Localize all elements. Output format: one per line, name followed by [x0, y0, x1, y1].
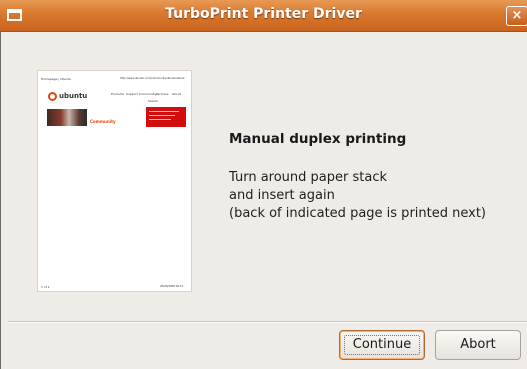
- preview-community-label: Community: [90, 119, 116, 124]
- preview-search-label: Search: [148, 99, 159, 103]
- message-line: and insert again: [229, 188, 335, 203]
- preview-footer-right: 20/06/2008 09:12: [160, 285, 184, 288]
- preview-photo: [47, 109, 87, 126]
- continue-button[interactable]: Continue: [339, 330, 425, 360]
- ubuntu-logo-icon: [48, 92, 57, 101]
- preview-nav-item: Products: [111, 92, 124, 96]
- window-title: TurboPrint Printer Driver: [165, 6, 362, 22]
- preview-red-banner: [146, 107, 186, 127]
- window-edge: [0, 32, 1, 369]
- title-bar[interactable]: TurboPrint Printer Driver ×: [0, 0, 527, 32]
- preview-nav-item: About: [172, 92, 181, 96]
- close-button[interactable]: ×: [506, 6, 527, 26]
- preview-logo-text: ubuntu: [59, 92, 88, 100]
- preview-nav-item: Community: [139, 92, 157, 96]
- message-line: (back of indicated page is printed next): [229, 206, 486, 221]
- preview-banner-text-line: [149, 119, 171, 120]
- page-preview: Homepage | Ubuntu http://www.ubuntu.com/…: [37, 70, 192, 292]
- preview-banner-text-line: [149, 115, 175, 116]
- abort-button[interactable]: Abort: [435, 330, 521, 360]
- preview-nav-item: Partners: [156, 92, 169, 96]
- message-line: Turn around paper stack: [229, 170, 387, 185]
- message-title: Manual duplex printing: [229, 131, 407, 147]
- focus-ring: [344, 335, 420, 355]
- button-separator: [8, 321, 527, 323]
- preview-nav-item: Support: [126, 92, 138, 96]
- preview-header-right: http://www.ubuntu.com/community/ubuntu/a…: [120, 77, 185, 80]
- preview-footer-left: 1 of 1: [41, 285, 50, 289]
- abort-button-label: Abort: [460, 337, 496, 352]
- preview-header-left: Homepage | Ubuntu: [41, 77, 72, 81]
- preview-banner-text-line: [149, 111, 179, 112]
